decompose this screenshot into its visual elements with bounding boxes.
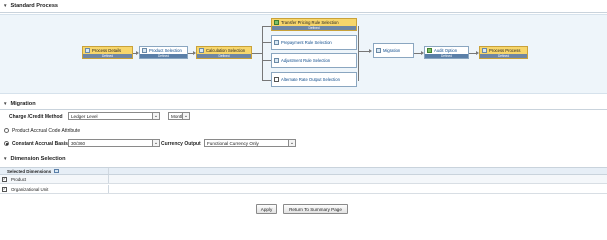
- arrow-icon: [369, 49, 372, 53]
- currency-output-select[interactable]: Functional Currency Only ⌄: [204, 139, 296, 147]
- migration-icon: [376, 48, 381, 53]
- node-process-process[interactable]: Process Process Defined: [479, 46, 528, 59]
- output-icon: [274, 77, 279, 82]
- connector: [262, 26, 263, 81]
- charge-credit-method-label: Charge /Credit Method: [9, 114, 63, 120]
- table-options-icon[interactable]: [54, 169, 60, 173]
- row-label: Organizational Unit: [11, 186, 49, 192]
- connector: [262, 26, 271, 27]
- divider: [0, 109, 607, 110]
- connector: [252, 53, 262, 54]
- dimension-selection-header[interactable]: ▼ Dimension Selection: [3, 156, 66, 162]
- node-migration[interactable]: Migration: [373, 43, 414, 58]
- process-run-icon: [482, 48, 487, 53]
- constant-accrual-radio[interactable]: [4, 141, 9, 146]
- column-separator: [108, 185, 109, 193]
- node-transfer-pricing-rule-selection[interactable]: Transfer Pricing Rule Selection Defined: [271, 18, 357, 31]
- process-flow-diagram: Process Details Defined Product Selectio…: [0, 14, 607, 94]
- section-title: Dimension Selection: [10, 156, 66, 162]
- node-alternate-rate-output-selection[interactable]: Alternate Rate Output Selection: [271, 72, 357, 87]
- apply-button[interactable]: Apply: [256, 204, 277, 214]
- connector: [262, 42, 271, 43]
- dimensions-table-header: Selected Dimensions: [0, 167, 607, 175]
- constant-accrual-label: Constant Accrual Basis: [12, 141, 68, 147]
- calculation-icon: [199, 48, 204, 53]
- migration-header[interactable]: ▼ Migration: [3, 101, 36, 107]
- node-adjustment-rule-selection[interactable]: Adjustment Rule Selection: [271, 53, 357, 68]
- column-separator: [108, 168, 109, 174]
- frequency-select[interactable]: Monthly ⌄: [168, 112, 190, 120]
- node-audit-option[interactable]: Audit Option Defined: [424, 46, 469, 59]
- audit-icon: [427, 48, 432, 53]
- collapse-chevron-icon[interactable]: ▼: [3, 156, 7, 162]
- node-process-details[interactable]: Process Details Defined: [82, 46, 133, 59]
- chevron-down-icon: ⌄: [152, 140, 159, 146]
- table-row[interactable]: ✓ Product: [0, 175, 607, 184]
- product-accrual-radio[interactable]: [4, 128, 9, 133]
- connector: [262, 60, 271, 61]
- rule-icon: [274, 20, 279, 25]
- charge-credit-method-select[interactable]: Ledger Level ⌄: [68, 112, 160, 120]
- column-separator: [108, 175, 109, 183]
- collapse-chevron-icon[interactable]: ▼: [3, 101, 7, 107]
- adjustment-icon: [274, 58, 279, 63]
- collapse-chevron-icon[interactable]: ▼: [3, 3, 7, 9]
- chevron-down-icon: ⌄: [182, 113, 189, 119]
- connector: [358, 26, 359, 81]
- standard-process-header[interactable]: ▼ Standard Process: [3, 3, 58, 9]
- section-title: Standard Process: [10, 3, 59, 9]
- node-calculation-selection[interactable]: Calculation Selection Defined: [196, 46, 252, 59]
- product-icon: [142, 48, 147, 53]
- node-product-selection[interactable]: Product Selection Defined: [139, 46, 188, 59]
- table-row[interactable]: ✓ Organizational Unit: [0, 185, 607, 194]
- prepayment-icon: [274, 40, 279, 45]
- constant-accrual-select[interactable]: 30/360 ⌄: [68, 139, 160, 147]
- chevron-down-icon: ⌄: [152, 113, 159, 119]
- row-checkbox[interactable]: ✓: [2, 186, 7, 192]
- connector: [262, 80, 271, 81]
- process-icon: [85, 48, 90, 53]
- node-prepayment-rule-selection[interactable]: Prepayment Rule Selection: [271, 35, 357, 50]
- currency-output-label: Currency Output: [161, 141, 201, 147]
- return-to-summary-button[interactable]: Return To Summary Page: [283, 204, 348, 214]
- row-label: Product: [11, 176, 27, 182]
- column-header: Selected Dimensions: [7, 168, 52, 174]
- section-title: Migration: [10, 101, 36, 107]
- divider: [0, 12, 607, 13]
- product-accrual-label: Product Accrual Code Attribute: [12, 128, 81, 134]
- row-checkbox[interactable]: ✓: [2, 176, 7, 182]
- chevron-down-icon: ⌄: [288, 140, 295, 146]
